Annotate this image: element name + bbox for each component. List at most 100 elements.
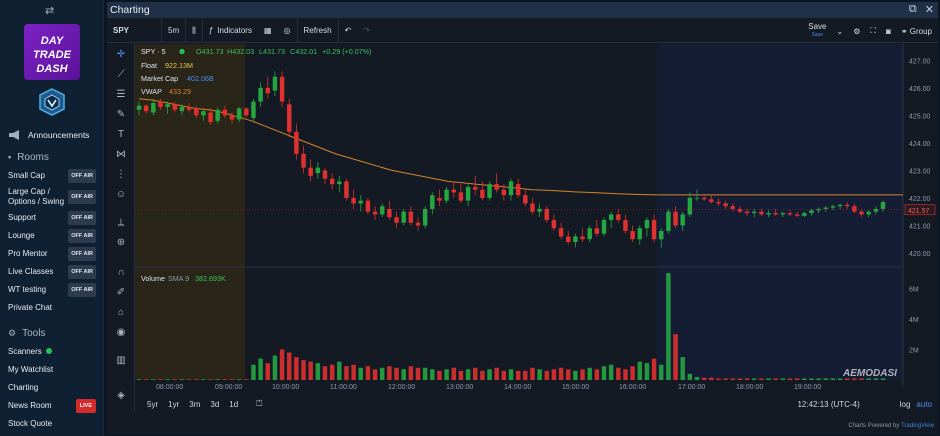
magnet-icon[interactable]: ∩ (114, 266, 128, 280)
room-item[interactable]: Pro Mentor OFF AIR (0, 245, 104, 263)
group-button[interactable]: ⚭ Group (901, 27, 932, 36)
off-air-badge: OFF AIR (68, 265, 96, 279)
emoji-icon[interactable]: ☺ (114, 188, 128, 202)
auto-toggle[interactable]: auto (916, 400, 932, 409)
tool-item[interactable]: My Watchlist (0, 361, 104, 379)
symbol-search-button[interactable]: SPY (107, 18, 162, 43)
candle-body (422, 208, 428, 226)
room-item[interactable]: Lounge OFF AIR (0, 227, 104, 245)
room-item[interactable]: Private Chat (0, 299, 104, 317)
candle-body (315, 167, 321, 174)
volume-bar (301, 360, 306, 380)
volume-bar (716, 378, 721, 380)
grid-icon: ▦ (263, 26, 272, 35)
popout-icon[interactable]: ⧉ (909, 3, 917, 16)
brush-icon[interactable]: ✎ (114, 108, 128, 122)
range-1yr[interactable]: 1yr (168, 400, 179, 409)
room-item-label: Lounge (8, 231, 35, 240)
candle-body (773, 213, 778, 215)
pattern-icon[interactable]: ⋈ (114, 148, 128, 162)
trash-icon[interactable]: ▥ (114, 354, 128, 368)
replay-button[interactable]: ◎ (278, 18, 298, 43)
chart-type-button[interactable]: ⫼ (186, 18, 203, 43)
fullscreen-icon[interactable]: ⛶ (870, 26, 876, 36)
candle-body (222, 109, 228, 116)
candle-body (179, 107, 185, 112)
tool-item-label: Stock Quote (8, 419, 53, 428)
volume-bar (401, 369, 406, 380)
candle-body (365, 200, 371, 212)
room-item-label: WT testing (8, 285, 47, 294)
chart-toolbar: SPY 5m ⫼ ƒ Indicators ▦ ◎ Refresh ↶ ↷ Sav… (107, 18, 938, 43)
range-3d[interactable]: 3d (210, 400, 219, 409)
ruler-icon[interactable]: ⟂ (114, 216, 128, 230)
indicators-button[interactable]: ƒ Indicators (203, 19, 258, 43)
candle-body (709, 199, 714, 203)
lock-icon[interactable]: ⌂ (114, 306, 128, 320)
room-item[interactable]: Live Classes OFF AIR (0, 263, 104, 281)
room-item[interactable]: Support OFF AIR (0, 209, 104, 227)
interval-button[interactable]: 5m (162, 18, 187, 43)
settings-gear-icon[interactable]: ⚙ (853, 27, 860, 36)
sidebar-item-announcements[interactable]: Announcements (0, 126, 104, 144)
volume-bar (587, 367, 592, 380)
volume-bar (508, 369, 514, 380)
fib-lines-icon[interactable]: ☰ (114, 88, 128, 102)
refresh-label: Refresh (303, 26, 332, 35)
text-tool-icon[interactable]: T (114, 128, 128, 142)
candle-body (458, 192, 464, 201)
price-chart[interactable]: 427.00 426.00 425.00 424.00 423.00 422.00 421.… (135, 44, 938, 412)
save-button[interactable]: Save Save (808, 23, 826, 39)
tool-item[interactable]: News Room LIVE (0, 397, 104, 415)
off-air-badge: OFF AIR (68, 283, 96, 297)
eye-icon[interactable]: ◉ (114, 326, 128, 340)
range-1d[interactable]: 1d (229, 400, 238, 409)
undo-button[interactable]: ↶ (339, 19, 358, 43)
candle-body (465, 186, 471, 201)
chevron-down-icon[interactable]: ⌄ (837, 27, 844, 36)
watermark-logo: AEMODASI (842, 368, 897, 379)
volume-tick-label: 6M (909, 286, 919, 293)
time-axis-label: 12:00:00 (388, 384, 415, 391)
daytradedash-logo[interactable]: DAY TRADE DASH (24, 24, 80, 80)
redo-button[interactable]: ↷ (357, 19, 376, 43)
layouts-button[interactable]: ▦ (258, 19, 278, 43)
tool-item[interactable]: Charting (0, 379, 104, 397)
candle-body (544, 208, 549, 220)
range-5yr[interactable]: 5yr (147, 400, 158, 409)
last-price-label: 421.57 (908, 208, 930, 215)
collapse-arrows-icon[interactable]: ⇄ (45, 4, 54, 17)
legend-float-value: 922.13M (165, 61, 193, 70)
volume-bar (594, 369, 600, 380)
range-3m[interactable]: 3m (189, 400, 200, 409)
room-item[interactable]: Large Cap / Options / Swing OFF AIR (0, 185, 104, 209)
candle-body (158, 101, 163, 108)
tool-item-label: News Room (8, 401, 52, 410)
crosshair-icon[interactable]: ✛ (114, 48, 128, 62)
candle-body (637, 228, 642, 240)
legend-vwap-label: VWAP (141, 87, 162, 96)
room-item[interactable]: WT testing OFF AIR (0, 281, 104, 299)
prediction-icon[interactable]: ⋮ (114, 168, 128, 182)
volume-bar (673, 334, 678, 380)
volume-bar (787, 378, 793, 380)
goto-date-icon[interactable]: ⏍ (256, 399, 262, 409)
stay-drawing-icon[interactable]: ✐ (114, 286, 128, 300)
tradingview-link[interactable]: TradingView (901, 423, 934, 429)
tool-item[interactable]: Scanners (0, 343, 104, 361)
camera-icon[interactable]: ◙ (886, 27, 891, 36)
rooms-title: Rooms (17, 151, 49, 163)
zoom-in-icon[interactable]: ⊕ (114, 236, 128, 250)
room-item[interactable]: Small Cap OFF AIR (0, 167, 104, 185)
trend-line-icon[interactable]: ⟋ (114, 68, 128, 82)
chat-bubbles-icon: ▪ (8, 152, 12, 162)
time-axis-label: 13:00:00 (446, 384, 473, 391)
legend-low: L431.73 (259, 47, 285, 56)
close-icon[interactable]: ✕ (925, 3, 934, 16)
tool-item[interactable]: Stock Quote (0, 415, 104, 433)
refresh-button[interactable]: Refresh (298, 18, 339, 43)
log-toggle[interactable]: log (900, 400, 911, 409)
layers-icon[interactable]: ◈ (114, 389, 128, 403)
candle-body (794, 214, 800, 216)
candle-body (344, 181, 349, 198)
